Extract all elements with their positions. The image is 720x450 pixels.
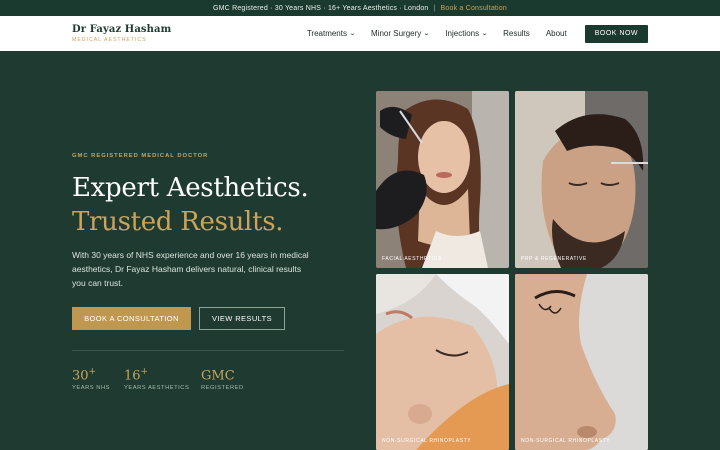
main-navigation: Dr Fayaz Hasham MEDICAL AESTHETICS Treat…	[0, 16, 720, 51]
nav-item-label: Treatments	[306, 29, 347, 38]
nav-item-results[interactable]: Results	[503, 29, 530, 38]
chevron-down-icon: ⌄	[348, 31, 357, 37]
hero-title-line2: Trusted Results.	[72, 207, 284, 237]
hero-eyebrow: GMC REGISTERED MEDICAL DOCTOR	[72, 153, 209, 159]
stat-years-aesthetics: 16+ YEARS AESTHETICS	[124, 367, 189, 391]
nav-item-treatments[interactable]: Treatments ⌄	[306, 29, 357, 38]
gallery-card-rhinoplasty-1[interactable]: NON-SURGICAL RHINOPLASTY	[376, 274, 509, 450]
stat-label: YEARS NHS	[72, 385, 111, 392]
stat-gmc-registered: GMC REGISTERED	[201, 367, 244, 391]
gallery-caption: NON-SURGICAL RHINOPLASTY	[521, 438, 611, 444]
stat-years-nhs: 30+ YEARS NHS	[72, 367, 110, 391]
nav-item-label: About	[545, 29, 567, 38]
brand-name: Dr Fayaz Hasham	[72, 24, 172, 35]
stat-value: GMC	[201, 368, 235, 384]
chevron-down-icon: ⌄	[423, 31, 431, 37]
facial-aesthetics-photo	[376, 91, 509, 268]
stat-label: REGISTERED	[201, 385, 244, 392]
nav-item-label: Results	[503, 29, 530, 38]
nav-item-minor-surgery[interactable]: Minor Surgery ⌄	[371, 29, 431, 38]
prp-regenerative-photo	[515, 91, 648, 268]
nav-item-label: Injections	[445, 29, 480, 38]
hero-title-line1: Expert Aesthetics.	[72, 173, 309, 203]
book-now-button[interactable]: BOOK NOW	[584, 24, 648, 43]
topbar-book-consultation-link[interactable]: Book a Consultation	[441, 5, 507, 12]
gallery-caption: NON-SURGICAL RHINOPLASTY	[382, 438, 472, 444]
gallery-card-prp-regenerative[interactable]: PRP & REGENERATIVE	[515, 91, 648, 268]
gallery-caption: PRP & REGENERATIVE	[521, 256, 587, 262]
brand-tagline: MEDICAL AESTHETICS	[72, 37, 147, 43]
chevron-down-icon: ⌄	[481, 31, 489, 37]
nose-profile-photo	[515, 274, 648, 450]
stat-label: YEARS AESTHETICS	[124, 385, 190, 392]
hero-section: GMC REGISTERED MEDICAL DOCTOR Expert Aes…	[0, 51, 720, 450]
stats-divider	[72, 350, 344, 351]
nav-item-about[interactable]: About	[546, 29, 567, 38]
gallery-card-rhinoplasty-2[interactable]: NON-SURGICAL RHINOPLASTY	[515, 274, 648, 450]
view-results-button[interactable]: VIEW RESULTS	[199, 307, 285, 330]
hero-lead-text: With 30 years of NHS experience and over…	[72, 250, 309, 288]
brand-logo[interactable]: Dr Fayaz Hasham MEDICAL AESTHETICS	[72, 24, 171, 43]
stat-value: 16+	[124, 367, 149, 384]
credentials-text: GMC Registered · 30 Years NHS · 16+ Year…	[213, 4, 429, 12]
stat-value: 30+	[72, 367, 97, 384]
gallery-caption: FACIAL AESTHETICS	[382, 256, 442, 262]
nav-item-injections[interactable]: Injections ⌄	[445, 29, 489, 38]
top-info-bar: GMC Registered · 30 Years NHS · 16+ Year…	[0, 0, 720, 16]
book-consultation-button[interactable]: BOOK A CONSULTATION	[72, 307, 191, 330]
nav-menu: Treatments ⌄ Minor Surgery ⌄ Injections …	[307, 16, 648, 51]
rhinoplasty-treatment-photo	[376, 274, 509, 450]
nav-item-label: Minor Surgery	[371, 29, 422, 38]
separator: |	[433, 4, 436, 12]
gallery-card-facial-aesthetics[interactable]: FACIAL AESTHETICS	[376, 91, 509, 268]
